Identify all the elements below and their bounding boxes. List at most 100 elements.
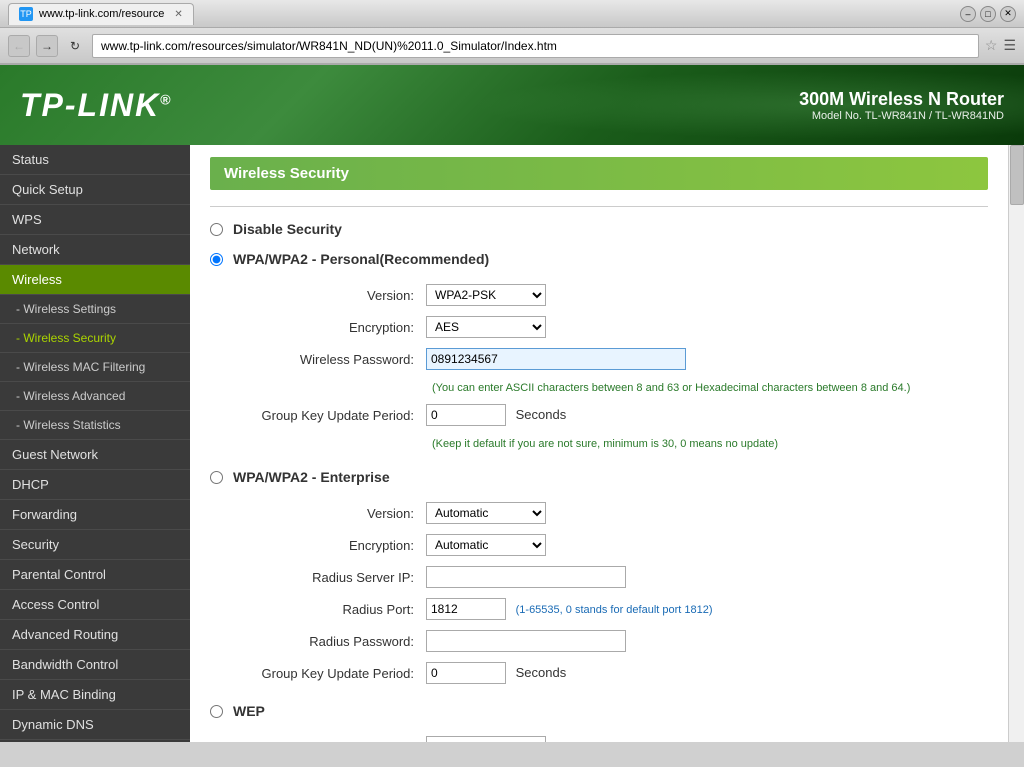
refresh-button[interactable]: ↻ bbox=[64, 35, 86, 57]
sidebar-item-wireless-advanced[interactable]: - Wireless Advanced bbox=[0, 382, 190, 411]
router-name: 300M Wireless N Router bbox=[799, 89, 1004, 110]
wpa-personal-form: Version: Automatic WPA-PSK WPA2-PSK Encr… bbox=[240, 279, 1018, 455]
wpa-personal-encryption-select[interactable]: Automatic TKIP AES bbox=[426, 316, 546, 338]
browser-titlebar: TP www.tp-link.com/resource ✕ – □ ✕ bbox=[0, 0, 1024, 28]
back-button[interactable]: ← bbox=[8, 35, 30, 57]
ent-encryption-select[interactable]: Automatic TKIP AES bbox=[426, 534, 546, 556]
address-bar[interactable] bbox=[92, 34, 979, 58]
ent-group-key-td: Seconds bbox=[420, 657, 1018, 689]
wpa-personal-radio[interactable] bbox=[210, 253, 223, 266]
wep-radio[interactable] bbox=[210, 705, 223, 718]
scrollbar-track[interactable] bbox=[1008, 145, 1024, 742]
version-td: Automatic WPA-PSK WPA2-PSK bbox=[420, 279, 1018, 311]
disable-security-radio[interactable] bbox=[210, 223, 223, 236]
wep-type-td: Automatic Open System Shared Key bbox=[420, 731, 1018, 742]
radius-port-hint: (1-65535, 0 stands for default port 1812… bbox=[516, 604, 713, 616]
close-button[interactable]: ✕ bbox=[1000, 6, 1016, 22]
disable-security-row: Disable Security bbox=[210, 221, 988, 237]
maximize-button[interactable]: □ bbox=[980, 6, 996, 22]
wep-title[interactable]: WEP bbox=[233, 703, 265, 719]
sidebar-item-advanced-routing[interactable]: Advanced Routing bbox=[0, 620, 190, 650]
group-key-hint-td: (Keep it default if you are not sure, mi… bbox=[420, 431, 1018, 455]
sidebar-item-wireless-security[interactable]: - Wireless Security bbox=[0, 324, 190, 353]
password-label: Wireless Password: bbox=[240, 343, 420, 375]
sidebar-item-forwarding[interactable]: Forwarding bbox=[0, 500, 190, 530]
ent-encryption-td: Automatic TKIP AES bbox=[420, 529, 1018, 561]
wpa-enterprise-form: Version: Automatic WPA WPA2 Encryption: bbox=[240, 497, 1018, 689]
ent-version-row: Version: Automatic WPA WPA2 bbox=[240, 497, 1018, 529]
group-key-hint: (Keep it default if you are not sure, mi… bbox=[432, 438, 1012, 450]
content-inner: Wireless Security Disable Security WPA/W… bbox=[190, 157, 1008, 742]
wpa-personal-title[interactable]: WPA/WPA2 - Personal(Recommended) bbox=[233, 251, 489, 267]
model-number: Model No. TL-WR841N / TL-WR841ND bbox=[799, 110, 1004, 122]
wep-radio-row: WEP bbox=[210, 703, 988, 719]
sidebar-item-wireless-statistics[interactable]: - Wireless Statistics bbox=[0, 411, 190, 440]
wpa-enterprise-radio[interactable] bbox=[210, 471, 223, 484]
sidebar-item-parental-control[interactable]: Parental Control bbox=[0, 560, 190, 590]
tp-link-logo: TP-LINK® bbox=[20, 87, 173, 124]
bookmark-button[interactable]: ☆ bbox=[985, 37, 998, 54]
sidebar-item-ip-mac-binding[interactable]: IP & MAC Binding bbox=[0, 680, 190, 710]
wireless-password-input[interactable] bbox=[426, 348, 686, 370]
disable-security-label[interactable]: Disable Security bbox=[233, 221, 342, 237]
sidebar-item-quick-setup[interactable]: Quick Setup bbox=[0, 175, 190, 205]
main-area: Status Quick Setup WPS Network Wireless … bbox=[0, 145, 1024, 742]
wep-form: Type: Automatic Open System Shared Key W… bbox=[240, 731, 1018, 742]
router-model-info: 300M Wireless N Router Model No. TL-WR84… bbox=[799, 89, 1004, 122]
wep-section: WEP Type: Automatic Open System Shared K… bbox=[210, 703, 988, 742]
sidebar-item-access-control[interactable]: Access Control bbox=[0, 590, 190, 620]
ent-seconds-label: Seconds bbox=[516, 665, 567, 680]
menu-button[interactable]: ☰ bbox=[1003, 37, 1016, 54]
content-area: Wireless Security Disable Security WPA/W… bbox=[190, 145, 1024, 742]
scrollbar-thumb[interactable] bbox=[1010, 145, 1024, 205]
version-row: Version: Automatic WPA-PSK WPA2-PSK bbox=[240, 279, 1018, 311]
radius-port-input[interactable] bbox=[426, 598, 506, 620]
sidebar-item-wireless[interactable]: Wireless bbox=[0, 265, 190, 295]
radius-password-input[interactable] bbox=[426, 630, 626, 652]
encryption-label: Encryption: bbox=[240, 311, 420, 343]
group-key-input[interactable] bbox=[426, 404, 506, 426]
sidebar-item-network[interactable]: Network bbox=[0, 235, 190, 265]
sidebar-item-wps[interactable]: WPS bbox=[0, 205, 190, 235]
browser-tab[interactable]: TP www.tp-link.com/resource ✕ bbox=[8, 3, 194, 25]
seconds-label: Seconds bbox=[516, 407, 567, 422]
password-hint: (You can enter ASCII characters between … bbox=[432, 382, 1012, 394]
version-label: Version: bbox=[240, 279, 420, 311]
sidebar-item-guest-network[interactable]: Guest Network bbox=[0, 440, 190, 470]
group-key-td: Seconds bbox=[420, 399, 1018, 431]
wpa-enterprise-title[interactable]: WPA/WPA2 - Enterprise bbox=[233, 469, 390, 485]
wpa-personal-version-select[interactable]: Automatic WPA-PSK WPA2-PSK bbox=[426, 284, 546, 306]
sidebar-item-dhcp[interactable]: DHCP bbox=[0, 470, 190, 500]
forward-button[interactable]: → bbox=[36, 35, 58, 57]
password-row: Wireless Password: bbox=[240, 343, 1018, 375]
minimize-button[interactable]: – bbox=[960, 6, 976, 22]
wep-type-row: Type: Automatic Open System Shared Key bbox=[240, 731, 1018, 742]
tp-header: TP-LINK® 300M Wireless N Router Model No… bbox=[0, 65, 1024, 145]
ent-group-key-row: Group Key Update Period: Seconds bbox=[240, 657, 1018, 689]
wep-type-label: Type: bbox=[240, 731, 420, 742]
ent-version-label: Version: bbox=[240, 497, 420, 529]
ent-group-key-input[interactable] bbox=[426, 662, 506, 684]
radius-server-ip-input[interactable] bbox=[426, 566, 626, 588]
encryption-row: Encryption: Automatic TKIP AES bbox=[240, 311, 1018, 343]
sidebar-item-wireless-mac-filtering[interactable]: - Wireless MAC Filtering bbox=[0, 353, 190, 382]
sidebar-item-dynamic-dns[interactable]: Dynamic DNS bbox=[0, 710, 190, 740]
disable-security-section: Disable Security bbox=[210, 221, 988, 237]
password-hint-td: (You can enter ASCII characters between … bbox=[420, 375, 1018, 399]
sidebar-item-bandwidth-control[interactable]: Bandwidth Control bbox=[0, 650, 190, 680]
radius-password-label: Radius Password: bbox=[240, 625, 420, 657]
ent-version-select[interactable]: Automatic WPA WPA2 bbox=[426, 502, 546, 524]
sidebar-item-wireless-settings[interactable]: - Wireless Settings bbox=[0, 295, 190, 324]
radius-port-label: Radius Port: bbox=[240, 593, 420, 625]
sidebar: Status Quick Setup WPS Network Wireless … bbox=[0, 145, 190, 742]
radius-ip-label: Radius Server IP: bbox=[240, 561, 420, 593]
ent-encryption-row: Encryption: Automatic TKIP AES bbox=[240, 529, 1018, 561]
tab-favicon: TP bbox=[19, 7, 33, 21]
sidebar-item-status[interactable]: Status bbox=[0, 145, 190, 175]
group-key-label: Group Key Update Period: bbox=[240, 399, 420, 431]
sidebar-item-security[interactable]: Security bbox=[0, 530, 190, 560]
sidebar-item-ipv6-support[interactable]: IPv6 Support bbox=[0, 740, 190, 742]
tab-close-button[interactable]: ✕ bbox=[174, 9, 182, 20]
wep-type-select[interactable]: Automatic Open System Shared Key bbox=[426, 736, 546, 742]
browser-chrome: TP www.tp-link.com/resource ✕ – □ ✕ ← → … bbox=[0, 0, 1024, 65]
